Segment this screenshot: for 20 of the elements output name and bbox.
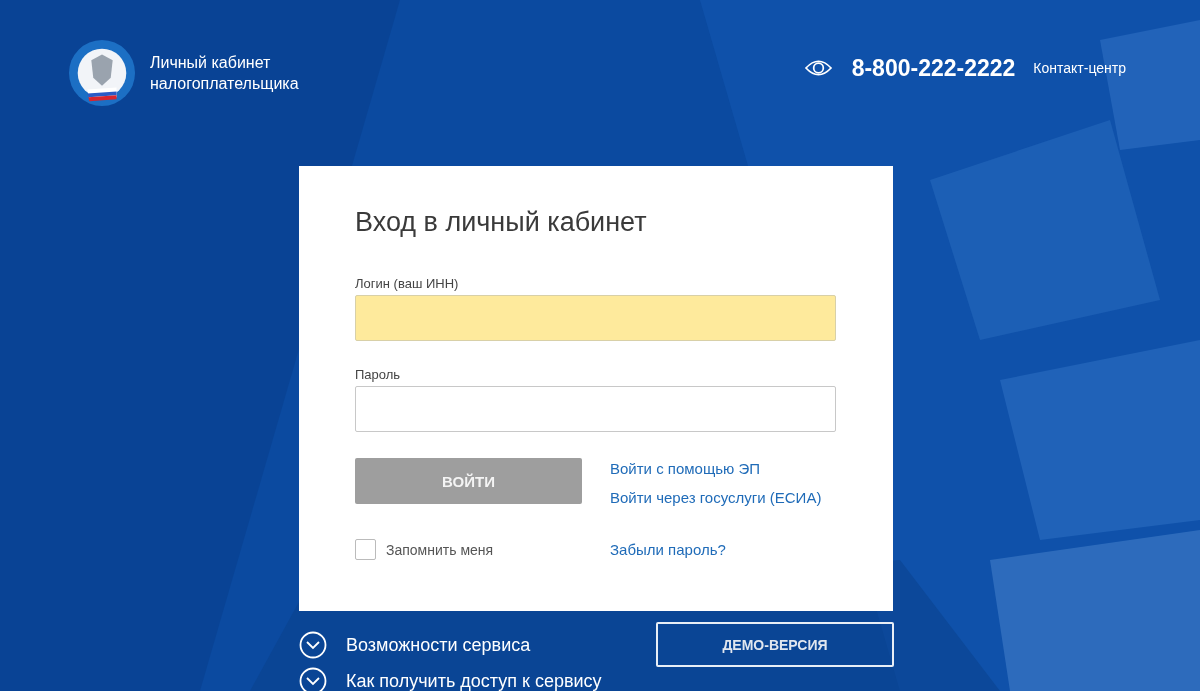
login-option-link[interactable]: Войти через госуслуги (ЕСИА)	[610, 489, 822, 506]
input-field[interactable]	[355, 295, 836, 341]
input-field[interactable]	[355, 386, 836, 432]
eye-icon[interactable]	[804, 59, 832, 77]
section-link[interactable]: Как получить доступ к сервису	[346, 670, 602, 691]
remember-checkbox[interactable]	[355, 539, 376, 560]
phone-number: 8-800-222-2222	[851, 54, 1016, 82]
remember-label: Запомнить меня	[386, 541, 494, 558]
contact-center-link[interactable]: Контакт-центр	[1033, 60, 1126, 76]
site-title: Личный кабинет	[150, 53, 272, 73]
login-option-link[interactable]: Войти с помощью ЭП	[610, 460, 822, 477]
field-label: Логин (ваш ИНН)	[355, 276, 460, 291]
demo-button[interactable]: ДЕМО-ВЕРСИЯ	[656, 622, 894, 667]
forgot-password-link[interactable]: Забыли пароль?	[610, 541, 726, 558]
chevron-circle-icon[interactable]	[299, 631, 327, 659]
field-label: Пароль	[355, 367, 402, 382]
emblem-icon[interactable]	[68, 38, 136, 108]
site-subtitle: налогоплательщика	[150, 74, 299, 94]
section-link[interactable]: Возможности сервиса	[346, 634, 531, 656]
login-title: Вход в личный кабинет	[355, 206, 648, 239]
